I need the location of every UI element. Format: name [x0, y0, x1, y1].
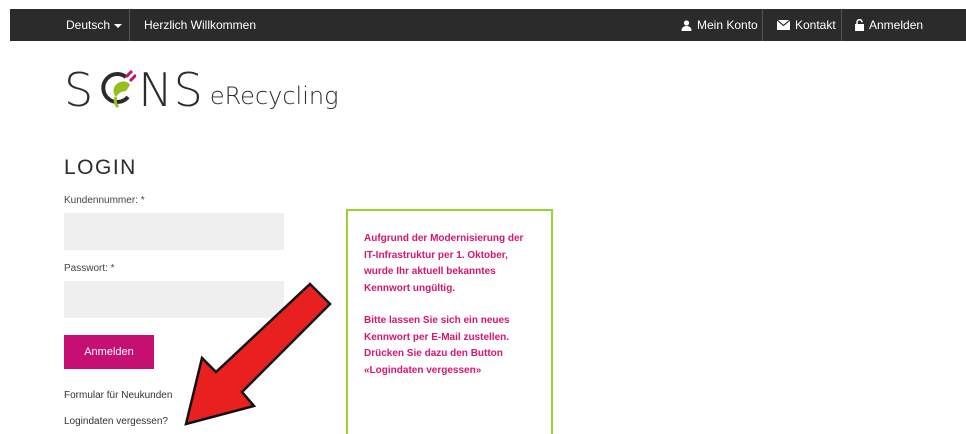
- password-label: Passwort: *: [64, 263, 115, 274]
- my-account-link[interactable]: Mein Konto: [681, 9, 758, 41]
- password-notice-box: Aufgrund der Modernisierung der IT-Infra…: [346, 209, 553, 434]
- logo-letter-s: S: [64, 63, 95, 117]
- top-navigation-bar: Deutsch Herzlich Willkommen Mein Konto K…: [10, 9, 966, 41]
- logo-subtitle: eRecycling: [209, 82, 339, 110]
- logo-wordmark: S NS: [64, 62, 204, 118]
- contact-label: Kontakt: [795, 18, 836, 32]
- forgot-login-link[interactable]: Logindaten vergessen?: [64, 416, 168, 427]
- page-title: LOGIN: [64, 156, 137, 179]
- customer-number-input[interactable]: [64, 213, 284, 250]
- sens-erecycling-logo[interactable]: S NS eRecycling: [64, 62, 338, 118]
- notice-paragraph: Bitte lassen Sie sich ein neues Kennwort…: [364, 315, 510, 376]
- customer-number-label: Kundennummer: *: [64, 195, 145, 206]
- notice-paragraph: Aufgrund der Modernisierung der IT-Infra…: [364, 233, 524, 294]
- login-link[interactable]: Anmelden: [855, 9, 923, 41]
- login-submit-button[interactable]: Anmelden: [64, 335, 154, 369]
- language-label: Deutsch: [66, 18, 111, 32]
- welcome-text: Herzlich Willkommen: [144, 18, 257, 32]
- envelope-icon: [777, 20, 790, 30]
- lock-icon: [855, 19, 864, 31]
- red-arrow-annotation: [184, 282, 332, 426]
- divider: [129, 9, 130, 41]
- logo-letters-ns: NS: [138, 63, 204, 117]
- my-account-label: Mein Konto: [697, 18, 758, 32]
- language-selector[interactable]: Deutsch: [66, 9, 123, 41]
- caret-down-icon: [114, 23, 123, 28]
- divider: [762, 9, 763, 41]
- divider: [841, 9, 842, 41]
- contact-link[interactable]: Kontakt: [777, 9, 836, 41]
- login-label: Anmelden: [869, 18, 924, 32]
- new-customer-form-link[interactable]: Formular für Neukunden: [64, 390, 172, 401]
- user-icon: [681, 19, 692, 31]
- plug-icon: [101, 69, 137, 109]
